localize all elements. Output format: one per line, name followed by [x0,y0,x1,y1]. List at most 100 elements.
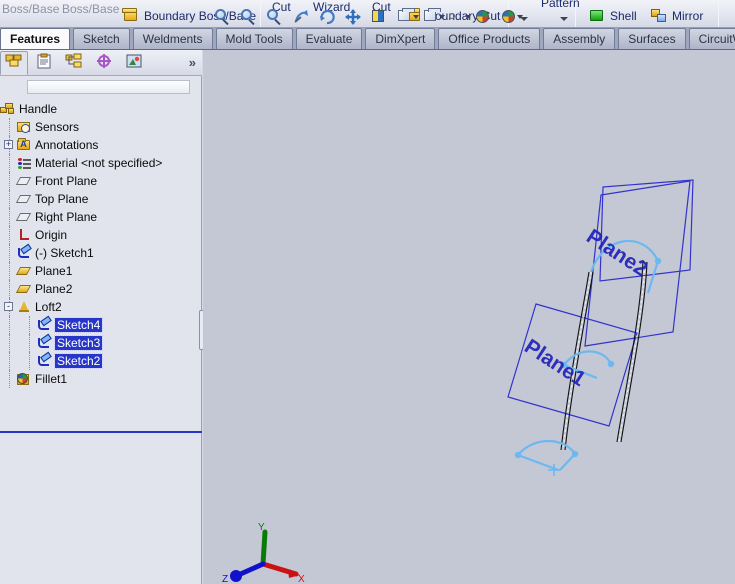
previous-view-button[interactable] [291,7,311,27]
zoom-in-out-button[interactable] [265,7,285,27]
magnifier-inout-icon [267,9,278,20]
view-settings-button[interactable] [499,7,523,27]
command-tab-strip: Features Sketch Weldments Mold Tools Evaluat… [0,28,735,50]
sketch-icon-wrap [36,353,52,369]
mirror-icon [650,8,668,24]
model-geometry: Plane2 Plane1 [507,179,694,476]
plane-icon-wrap [15,173,32,189]
tree-connector [9,370,10,388]
magnifier-area-icon [241,9,252,20]
tree-item-handle[interactable]: Handle [0,100,202,118]
display-style-button[interactable] [421,7,445,27]
panel-name-field[interactable] [27,80,190,94]
zoom-to-fit-button[interactable] [213,7,233,27]
plane-icon-wrap [15,191,32,207]
tab-weldments-label: Weldments [142,32,203,46]
rotate-view-button[interactable] [317,7,337,27]
tree-connector [9,244,10,262]
dropdown-caret-icon[interactable] [413,15,419,19]
rotate-icon [320,9,335,25]
annotations-folder-icon: A [17,138,30,150]
tab-features[interactable]: Features [0,28,71,49]
tree-connector [29,352,30,370]
apply-scene-button[interactable] [473,7,493,27]
tree-connector [29,334,30,352]
graphics-viewport[interactable]: Plane2 Plane1 Y X Z [203,50,735,584]
pan-button[interactable] [343,7,363,27]
panel-tab-feature-manager[interactable] [0,50,28,75]
tree-item-right-plane[interactable]: Right Plane [0,208,202,226]
pattern-command[interactable]: Pattern [541,0,580,10]
tree-item-top-plane-label: Top Plane [35,192,89,206]
tab-weldments[interactable]: Weldments [132,28,213,49]
origin-icon [20,229,29,240]
pattern-label: Pattern [541,0,580,10]
tab-assembly[interactable]: Assembly [543,28,616,49]
shell-label: Shell [610,9,637,23]
dropdown-caret-icon[interactable] [465,15,471,19]
panel-expand-icon[interactable]: » [189,55,196,70]
tree-item-sketch3-label: Sketch3 [53,335,104,351]
tab-dimxpert[interactable]: DimXpert [365,28,436,49]
origin-icon-wrap [16,227,32,243]
tree-item-plane2[interactable]: Plane2 [0,280,202,298]
box-green-icon [588,8,606,24]
view-orientation-button[interactable] [395,7,419,27]
section-view-button[interactable] [369,7,389,27]
tab-sketch-label: Sketch [83,32,120,46]
tree-connector [9,190,10,208]
tree-item-sketch1[interactable]: (-) Sketch1 [0,244,202,262]
tree-item-front-plane[interactable]: Front Plane [0,172,202,190]
tab-sketch[interactable]: Sketch [73,28,130,49]
tab-circuitworks[interactable]: CircuitWorks [688,28,735,49]
tree-item-annotations[interactable]: + A Annotations [0,136,202,154]
part-icon [0,103,15,115]
panel-tab-dimxpert[interactable] [90,51,118,75]
plane-icon-wrap [15,209,32,225]
tree-item-material[interactable]: Material <not specified> [0,154,202,172]
tab-assembly-label: Assembly [553,32,606,46]
tab-circuitworks-label: CircuitWorks [698,32,735,46]
panel-tab-display-manager[interactable] [120,51,148,75]
tree-item-top-plane[interactable]: Top Plane [0,190,202,208]
shell-command[interactable]: Shell [588,8,637,24]
clipboard-icon [35,53,53,72]
mirror-command[interactable]: Mirror [650,8,703,24]
view-settings-icon [502,10,515,23]
box-yellow-lid-icon [122,8,140,24]
tree-connector [9,352,10,370]
tree-item-origin[interactable]: Origin [0,226,202,244]
feature-tree: Handle Sensors + A Annotations Material <not … [0,100,202,430]
boss-base-2-command[interactable]: Boss/Base [62,2,119,16]
tree-item-sketch4[interactable]: Sketch4 [0,316,202,334]
tree-item-sketch2[interactable]: Sketch2 [0,352,202,370]
tree-item-sensors[interactable]: Sensors [0,118,202,136]
planeg-icon-wrap [15,281,32,297]
tree-item-sketch3[interactable]: Sketch3 [0,334,202,352]
dropdown-caret-icon[interactable] [560,17,568,21]
handle-icon-wrap [0,101,16,117]
picture-icon [125,53,143,72]
boss-base-left-command[interactable]: Boss/Base [2,2,59,16]
reference-plane-icon [15,285,32,293]
tab-surfaces[interactable]: Surfaces [618,28,686,49]
tree-item-loft2[interactable]: - Loft2 [0,298,202,316]
zoom-to-area-button[interactable] [239,7,259,27]
tree-item-plane1[interactable]: Plane1 [0,262,202,280]
solidworks-window: Boss/Base Boss/Base Boundary Boss/Base Cut W… [0,0,735,584]
dropdown-caret-icon[interactable] [439,15,445,19]
panel-tab-configuration[interactable] [60,51,88,75]
tree-item-handle-label: Handle [19,102,58,116]
feature-manager-panel: » Handle Sensors + A Annotations Material <no… [0,50,202,584]
tree-item-fillet1[interactable]: Fillet1 [0,370,202,388]
collapse-icon[interactable]: - [4,302,13,311]
tree-item-sketch2-label: Sketch2 [53,353,104,369]
dropdown-caret-icon[interactable] [517,15,523,19]
hide-show-items-button[interactable] [447,7,471,27]
expand-icon[interactable]: + [4,140,13,149]
tab-mold-tools[interactable]: Mold Tools [215,28,293,49]
panel-tab-property-manager[interactable] [30,51,58,75]
tab-evaluate[interactable]: Evaluate [295,28,363,49]
tree-item-right-plane-label: Right Plane [35,210,98,224]
tab-office-products[interactable]: Office Products [438,28,541,49]
